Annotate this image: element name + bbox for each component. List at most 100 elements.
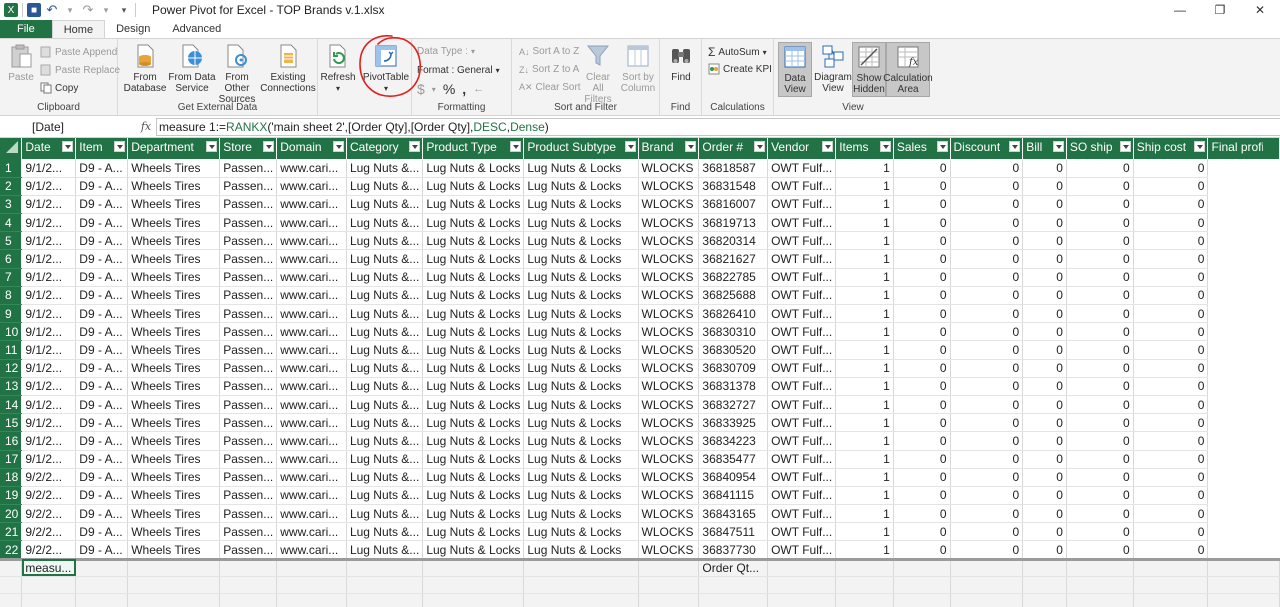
table-cell[interactable]: OWT Fulf... <box>767 468 837 487</box>
table-cell[interactable]: www.cari... <box>276 340 347 360</box>
filter-dropdown-icon[interactable] <box>624 141 636 152</box>
column-header-product-type[interactable]: Product Type <box>422 138 525 159</box>
table-cell[interactable]: www.cari... <box>276 286 347 306</box>
table-cell[interactable]: D9 - A... <box>75 195 129 215</box>
table-cell[interactable]: 36822785 <box>698 268 769 287</box>
table-cell[interactable]: Wheels Tires <box>127 377 221 396</box>
table-cell[interactable]: 36835477 <box>698 450 769 469</box>
table-cell[interactable]: 9/1/2... <box>21 213 77 233</box>
table-cell[interactable]: 0 <box>1022 213 1067 233</box>
table-cell[interactable]: 1 <box>835 213 894 233</box>
table-cell[interactable]: Lug Nuts & Locks <box>523 177 639 196</box>
table-cell[interactable]: Lug Nuts &... <box>346 468 424 487</box>
table-cell[interactable]: OWT Fulf... <box>767 340 837 360</box>
table-cell[interactable]: 0 <box>1066 304 1134 324</box>
table-cell[interactable]: Lug Nuts & Locks <box>422 540 525 560</box>
table-cell[interactable]: 0 <box>950 195 1024 215</box>
table-cell[interactable]: 0 <box>1022 431 1067 451</box>
table-cell[interactable]: 36830310 <box>698 322 769 342</box>
table-cell[interactable]: D9 - A... <box>75 522 129 542</box>
table-cell[interactable]: Lug Nuts &... <box>346 486 424 506</box>
table-cell[interactable]: Passen... <box>219 159 278 178</box>
filter-dropdown-icon[interactable] <box>114 141 126 152</box>
table-cell[interactable]: Lug Nuts &... <box>346 450 424 469</box>
table-cell[interactable]: 0 <box>950 322 1024 342</box>
table-cell[interactable]: 9/2/2... <box>21 486 77 506</box>
table-cell[interactable]: 0 <box>1022 322 1067 342</box>
table-cell[interactable]: Lug Nuts &... <box>346 504 424 524</box>
table-cell[interactable]: 0 <box>1066 468 1134 487</box>
calculation-cell[interactable] <box>638 593 700 607</box>
calculation-cell[interactable] <box>523 576 639 594</box>
table-cell[interactable]: Lug Nuts &... <box>346 195 424 215</box>
format-dropdown[interactable]: Format : General ▾ <box>417 65 500 76</box>
table-cell[interactable]: 0 <box>950 177 1024 196</box>
table-cell[interactable]: 36816007 <box>698 195 769 215</box>
table-cell[interactable]: WLOCKS <box>638 268 700 287</box>
table-cell[interactable]: Lug Nuts & Locks <box>422 413 525 433</box>
table-cell[interactable]: 9/1/2... <box>21 159 77 178</box>
table-cell[interactable]: 0 <box>1133 213 1209 233</box>
calculation-cell[interactable] <box>75 576 129 594</box>
calculation-cell[interactable] <box>1022 557 1067 577</box>
from-data-service-button[interactable]: From Data Service <box>168 43 216 94</box>
calculation-cell[interactable] <box>276 576 347 594</box>
table-cell[interactable]: Lug Nuts & Locks <box>523 340 639 360</box>
table-cell[interactable]: 1 <box>835 249 894 269</box>
table-cell[interactable]: WLOCKS <box>638 340 700 360</box>
name-box[interactable]: [Date] <box>0 118 136 136</box>
column-header-so-ship[interactable]: SO ship <box>1066 138 1134 159</box>
table-cell[interactable]: 0 <box>950 540 1024 560</box>
calculation-cell[interactable] <box>0 593 23 607</box>
customize-icon[interactable]: ▾ <box>117 3 131 17</box>
table-cell[interactable]: 9/1/2... <box>21 431 77 451</box>
paste-append-button[interactable]: Paste Append <box>40 46 117 58</box>
row-number[interactable]: 19 <box>0 486 23 506</box>
row-number[interactable]: 15 <box>0 413 23 433</box>
table-cell[interactable]: 36834223 <box>698 431 769 451</box>
table-cell[interactable]: Lug Nuts &... <box>346 177 424 196</box>
table-cell[interactable]: Passen... <box>219 413 278 433</box>
column-header-vendor[interactable]: Vendor <box>767 138 837 159</box>
table-cell[interactable]: WLOCKS <box>638 395 700 415</box>
column-header-final-profit[interactable]: Final profit <box>1207 138 1280 159</box>
measure-cell-date[interactable]: measu... <box>21 557 77 577</box>
table-cell[interactable]: 9/1/2... <box>21 304 77 324</box>
table-cell[interactable]: Lug Nuts & Locks <box>523 249 639 269</box>
table-cell[interactable]: 0 <box>1133 413 1209 433</box>
copy-button[interactable]: Copy <box>40 82 78 94</box>
table-cell[interactable]: 0 <box>950 468 1024 487</box>
table-cell[interactable]: WLOCKS <box>638 413 700 433</box>
row-number[interactable]: 4 <box>0 213 23 233</box>
table-cell[interactable]: 0 <box>1022 231 1067 251</box>
table-cell[interactable]: D9 - A... <box>75 450 129 469</box>
table-cell[interactable]: Passen... <box>219 213 278 233</box>
table-cell[interactable]: 1 <box>835 304 894 324</box>
calculation-cell[interactable] <box>127 576 221 594</box>
table-cell[interactable]: 0 <box>893 486 951 506</box>
table-cell[interactable]: 0 <box>1133 304 1209 324</box>
table-cell[interactable]: 0 <box>950 213 1024 233</box>
row-number[interactable]: 5 <box>0 231 23 251</box>
calculation-cell[interactable] <box>346 576 424 594</box>
currency-button[interactable]: $ <box>417 81 425 97</box>
filter-dropdown-icon[interactable] <box>1052 141 1064 152</box>
table-cell[interactable]: Lug Nuts & Locks <box>422 213 525 233</box>
table-cell[interactable]: Wheels Tires <box>127 231 221 251</box>
table-cell[interactable]: 0 <box>893 413 951 433</box>
calculation-cell[interactable] <box>893 557 951 577</box>
table-cell[interactable]: 9/1/2... <box>21 231 77 251</box>
paste-replace-button[interactable]: Paste Replace <box>40 64 120 76</box>
table-cell[interactable]: 0 <box>893 213 951 233</box>
table-cell[interactable]: WLOCKS <box>638 468 700 487</box>
table-cell[interactable]: 0 <box>1022 304 1067 324</box>
table-cell[interactable]: Passen... <box>219 340 278 360</box>
table-cell[interactable]: 0 <box>1022 468 1067 487</box>
table-cell[interactable]: 0 <box>893 468 951 487</box>
table-cell[interactable]: OWT Fulf... <box>767 522 837 542</box>
table-cell[interactable]: 9/1/2... <box>21 359 77 378</box>
table-cell[interactable]: 0 <box>950 340 1024 360</box>
table-cell[interactable]: 9/2/2... <box>21 522 77 542</box>
table-cell[interactable]: Lug Nuts & Locks <box>523 486 639 506</box>
table-cell[interactable]: 0 <box>1066 431 1134 451</box>
